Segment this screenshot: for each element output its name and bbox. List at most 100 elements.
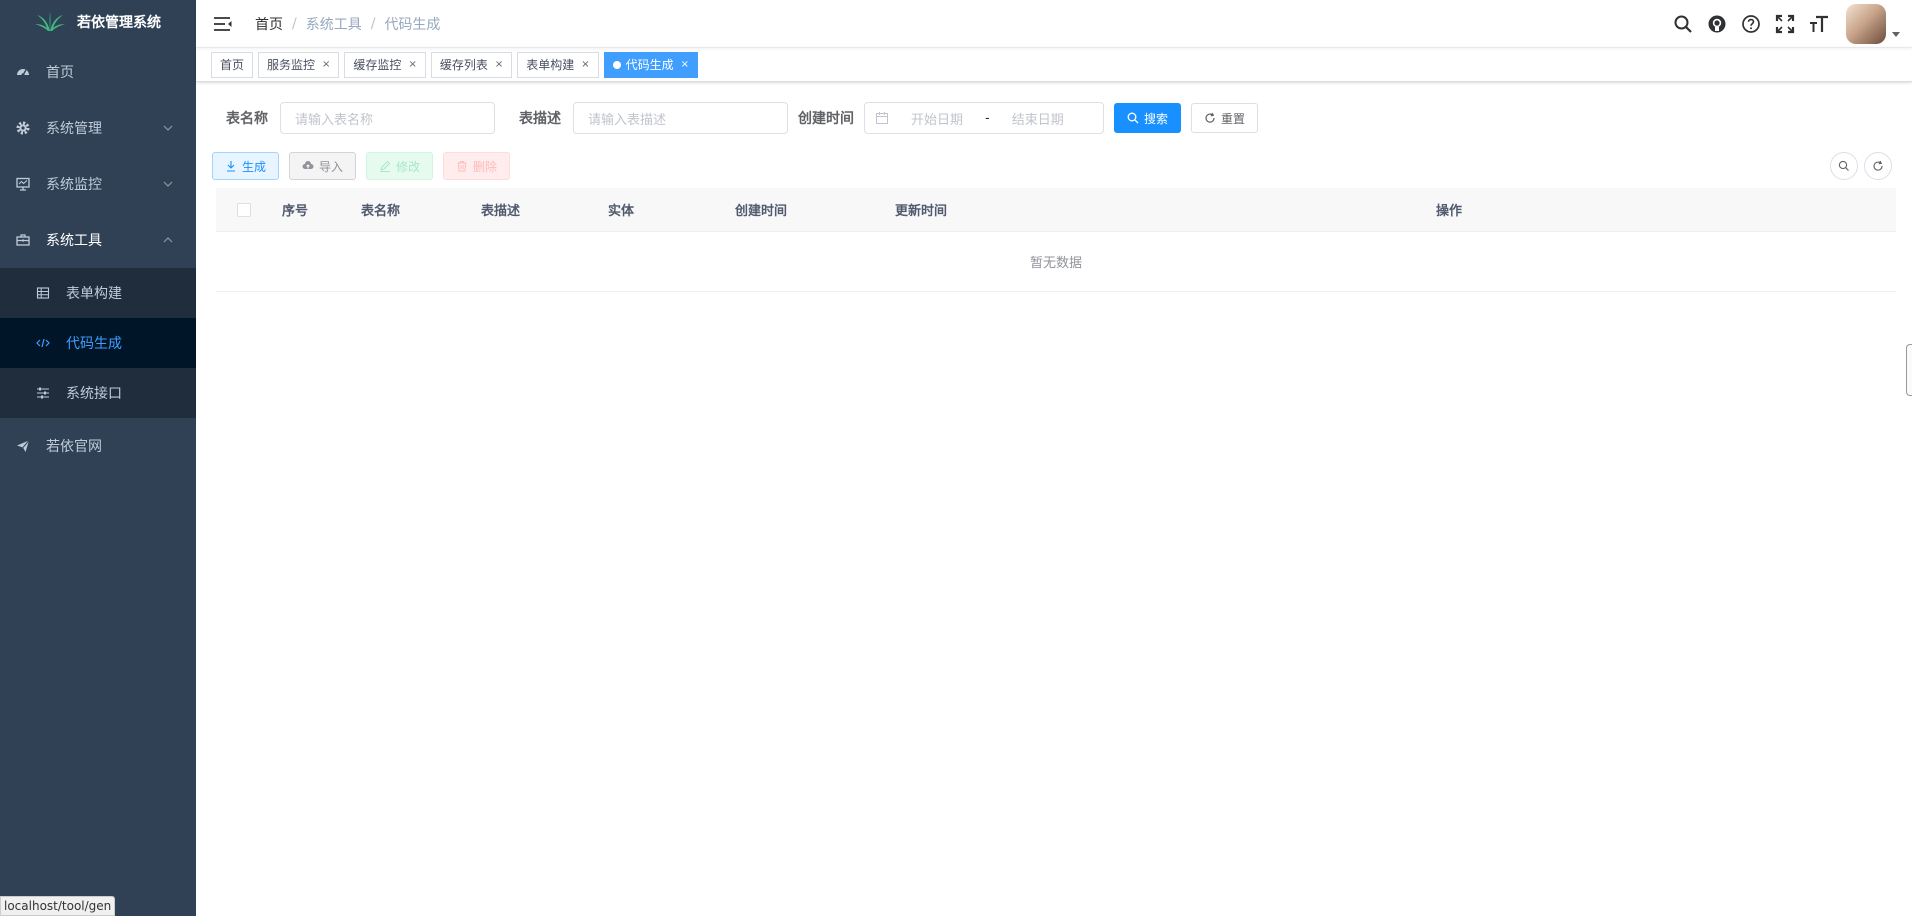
toolbar: 生成 导入 修改 删除 <box>212 152 1892 180</box>
edit-button[interactable]: 修改 <box>366 152 434 180</box>
sidebar-item-label: 若依官网 <box>46 439 102 455</box>
status-url: localhost/tool/gen <box>0 896 116 916</box>
search-form: 表名称 请输入表名称 表描述 请输入表描述 创建时间 开始日期 - 结束日期 搜… <box>216 102 1892 134</box>
sidebar-item-label: 系统工具 <box>46 233 102 249</box>
content: 表名称 请输入表名称 表描述 请输入表描述 创建时间 开始日期 - 结束日期 搜… <box>196 82 1912 312</box>
sidebar-item-form-builder[interactable]: 表单构建 <box>0 268 196 318</box>
column-header: 操作 <box>1436 204 1463 219</box>
search-icon <box>1127 112 1139 124</box>
tag-label: 缓存列表 <box>439 57 488 72</box>
tag-code-gen[interactable]: 代码生成 × <box>603 51 699 78</box>
breadcrumb-separator: / <box>370 15 376 32</box>
date-range-picker[interactable]: 开始日期 - 结束日期 <box>864 102 1104 134</box>
column-header: 表名称 <box>361 204 401 219</box>
fullscreen-icon[interactable] <box>1768 0 1802 48</box>
select-all-checkbox[interactable] <box>237 202 251 217</box>
table-desc-placeholder: 请输入表描述 <box>588 112 667 128</box>
monitor-icon <box>16 177 30 191</box>
column-header: 序号 <box>282 204 309 219</box>
send-icon <box>16 439 30 453</box>
tag-label: 表单构建 <box>526 57 575 72</box>
chevron-down-icon <box>163 181 173 187</box>
breadcrumb: 首页 / 系统工具 / 代码生成 <box>255 14 440 34</box>
main-area: 首页 / 系统工具 / 代码生成 首页 服务监控 × 缓存监控 × 缓存列表 ×… <box>196 0 1912 916</box>
table-desc-input[interactable]: 请输入表描述 <box>573 102 788 134</box>
search-icon[interactable] <box>1666 0 1700 48</box>
tag-service-monitor[interactable]: 服务监控 × <box>258 51 340 78</box>
avatar[interactable] <box>1846 3 1886 44</box>
sidebar-item-home[interactable]: 首页 <box>0 44 196 100</box>
import-button[interactable]: 导入 <box>289 152 357 180</box>
side-panel-handle[interactable] <box>1906 344 1912 396</box>
tag-cache-list[interactable]: 缓存列表 × <box>430 51 513 78</box>
active-dot <box>612 60 621 69</box>
table-header: 序号 表名称 表描述 实体 创建时间 更新时间 操作 <box>216 188 1896 232</box>
app-title: 若依管理系统 <box>77 15 161 31</box>
close-icon[interactable]: × <box>408 53 416 77</box>
close-icon[interactable]: × <box>681 53 689 77</box>
column-header: 更新时间 <box>895 204 948 219</box>
close-icon[interactable]: × <box>322 53 330 77</box>
reset-button-label: 重置 <box>1221 111 1246 126</box>
reset-button[interactable]: 重置 <box>1191 103 1259 133</box>
sidebar-item-label: 系统监控 <box>46 177 102 193</box>
chevron-down-icon <box>163 125 173 131</box>
sidebar-item-label: 系统接口 <box>66 386 122 402</box>
generate-label: 生成 <box>242 159 267 174</box>
column-header: 表描述 <box>481 204 521 219</box>
hamburger-icon[interactable] <box>213 15 233 33</box>
app-logo[interactable]: 若依管理系统 <box>0 0 196 44</box>
table-name-input[interactable]: 请输入表名称 <box>280 102 495 134</box>
sidebar-item-system-monitor[interactable]: 系统监控 <box>0 156 196 212</box>
range-separator: - <box>985 110 990 126</box>
toggle-search-button[interactable] <box>1830 152 1858 180</box>
trash-icon <box>457 161 467 172</box>
tag-label: 缓存监控 <box>353 57 402 72</box>
sidebar-item-official-site[interactable]: 若依官网 <box>0 418 196 474</box>
tag-label: 代码生成 <box>625 57 674 72</box>
sidebar-item-code-gen[interactable]: 代码生成 <box>0 318 196 368</box>
start-date-input[interactable]: 开始日期 <box>911 109 963 128</box>
breadcrumb-separator: / <box>292 15 297 32</box>
right-menu <box>1666 0 1912 48</box>
refresh-icon <box>1205 112 1215 123</box>
upload-cloud-icon <box>302 161 314 169</box>
tags-view: 首页 服务监控 × 缓存监控 × 缓存列表 × 表单构建 × 代码生成 × <box>196 48 1912 82</box>
sidebar-item-system-management[interactable]: 系统管理 <box>0 100 196 156</box>
tag-form-builder[interactable]: 表单构建 × <box>517 51 599 78</box>
caret-down-icon[interactable] <box>1892 32 1900 37</box>
download-icon <box>227 161 235 172</box>
search-icon <box>1838 160 1849 171</box>
table-name-placeholder: 请输入表名称 <box>295 112 374 128</box>
end-date-input[interactable]: 结束日期 <box>1012 109 1064 128</box>
breadcrumb-current: 代码生成 <box>384 16 441 33</box>
code-icon <box>36 336 50 350</box>
generate-button[interactable]: 生成 <box>212 152 280 180</box>
toolbox-icon <box>16 233 30 247</box>
navbar: 首页 / 系统工具 / 代码生成 <box>196 0 1912 48</box>
font-size-icon[interactable] <box>1802 0 1836 48</box>
breadcrumb-section: 系统工具 <box>305 16 362 33</box>
gear-icon <box>16 121 30 135</box>
github-icon[interactable] <box>1700 0 1734 48</box>
breadcrumb-home[interactable]: 首页 <box>255 14 283 34</box>
table-desc-label: 表描述 <box>519 111 561 127</box>
column-header: 实体 <box>608 204 635 219</box>
edit-icon <box>380 160 391 172</box>
tag-cache-monitor[interactable]: 缓存监控 × <box>344 51 426 78</box>
created-time-label: 创建时间 <box>798 111 854 127</box>
sidebar-item-system-api[interactable]: 系统接口 <box>0 368 196 418</box>
sidebar-item-label: 系统管理 <box>46 121 102 137</box>
close-icon[interactable]: × <box>581 53 589 77</box>
delete-button[interactable]: 删除 <box>443 152 511 180</box>
help-icon[interactable] <box>1734 0 1768 48</box>
sidebar-item-system-tools[interactable]: 系统工具 <box>0 212 196 268</box>
refresh-table-button[interactable] <box>1864 152 1892 180</box>
tag-home[interactable]: 首页 <box>211 51 254 78</box>
search-button-label: 搜索 <box>1144 111 1169 126</box>
table-tools <box>1824 152 1892 180</box>
close-icon[interactable]: × <box>495 53 503 77</box>
refresh-icon <box>1873 160 1883 171</box>
search-button[interactable]: 搜索 <box>1114 103 1182 133</box>
logo-icon <box>35 12 65 31</box>
